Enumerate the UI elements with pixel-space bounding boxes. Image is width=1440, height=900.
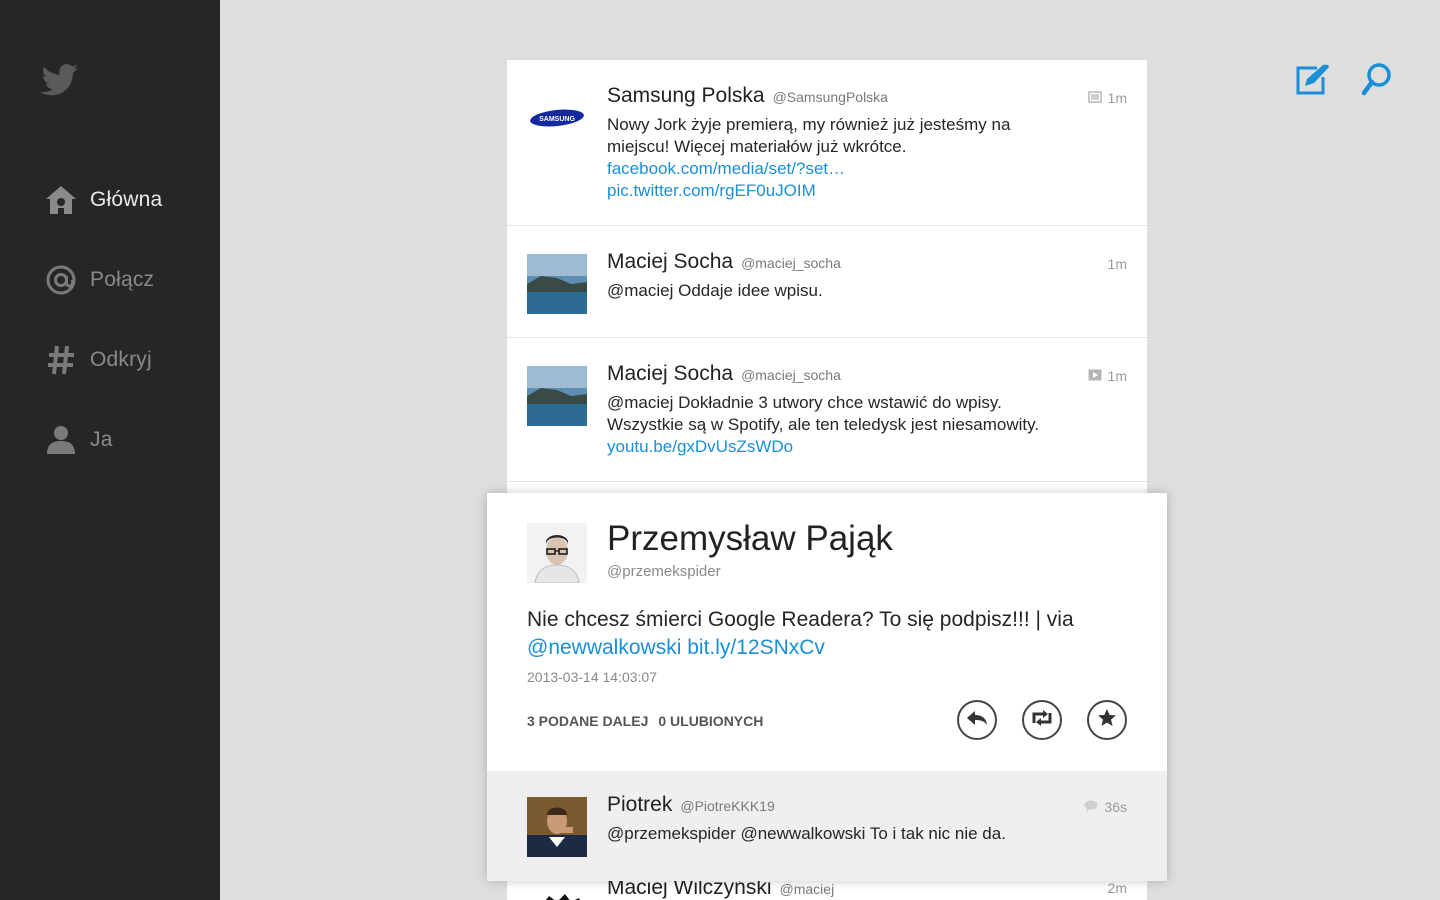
tweet-text: Nowy Jork żyje premierą, my również już … [607, 114, 1047, 202]
twitter-bird-icon[interactable] [40, 62, 80, 98]
tweet-header: Maciej Socha @maciej_socha [607, 362, 1127, 390]
tweet-time: 36s [1104, 799, 1127, 815]
tweet-text: @przemekspider @newwalkowski To i tak ni… [607, 824, 1006, 843]
tweet-header: Maciej Socha @maciej_socha [607, 250, 1127, 278]
tweet-author-handle[interactable]: @maciej [780, 881, 835, 897]
sidebar: Główna Połącz Odkryj Ja [0, 0, 220, 900]
video-icon [1088, 368, 1102, 384]
tweet-header: Piotrek @PiotreKKK19 [607, 793, 1147, 821]
tweet-body: Samsung Polska @SamsungPolska Nowy Jork … [607, 84, 1127, 202]
avatar[interactable] [527, 254, 587, 314]
tweet-header: Samsung Polska @SamsungPolska [607, 84, 1127, 112]
avatar[interactable] [527, 523, 587, 584]
search-icon[interactable] [1358, 60, 1396, 98]
tweet-time: 2m [1107, 880, 1127, 896]
tweet-author-handle[interactable]: @PiotreKKK19 [680, 798, 774, 814]
tweet-author-handle[interactable]: @maciej_socha [741, 367, 841, 383]
expanded-author-name[interactable]: Przemysław Pająk [607, 519, 893, 559]
image-icon [1087, 90, 1102, 106]
tweet-body: Maciej Socha @maciej_socha @maciej Dokła… [607, 362, 1127, 458]
sidebar-item-label: Główna [90, 188, 163, 211]
tweet-text: @maciej Oddaje idee wpisu. [607, 281, 823, 300]
tweet-time: 1m [1107, 368, 1127, 384]
retweet-icon [1030, 709, 1054, 732]
tweet-timestamp: 2013-03-14 14:03:07 [527, 669, 657, 685]
sidebar-nav: Główna Połącz Odkryj Ja [0, 160, 220, 480]
tweet-media-link[interactable]: pic.twitter.com/rgEF0uJOIM [607, 181, 816, 200]
sidebar-item-me[interactable]: Ja [0, 400, 220, 480]
tweet-meta: 1m [1087, 90, 1127, 106]
sidebar-item-discover[interactable]: Odkryj [0, 320, 220, 400]
retweet-button[interactable] [1022, 700, 1062, 740]
expanded-author-handle[interactable]: @przemekspider [607, 563, 721, 580]
tweet-text-content: @maciej Dokładnie 3 utwory chce wstawić … [607, 393, 1040, 434]
avatar[interactable] [527, 797, 587, 857]
compose-icon[interactable] [1294, 60, 1332, 98]
tweet-time: 1m [1107, 256, 1127, 272]
svg-text:SAMSUNG: SAMSUNG [539, 116, 575, 123]
favorite-icon [1097, 708, 1117, 733]
tweet-author-name[interactable]: Maciej Socha [607, 362, 733, 386]
hash-icon [44, 343, 78, 377]
tweet-body: Piotrek @PiotreKKK19 @przemekspider @new… [607, 793, 1147, 845]
expanded-tweet[interactable]: Przemysław Pająk @przemekspider Nie chce… [487, 493, 1167, 881]
tweet-item[interactable]: SAMSUNG Samsung Polska @SamsungPolska No… [507, 60, 1147, 226]
home-icon [44, 183, 78, 217]
expanded-text-content: Nie chcesz śmierci Google Readera? To si… [527, 608, 1074, 631]
tweet-meta: 1m [1108, 256, 1127, 272]
tweet-meta: 2m [1108, 880, 1127, 896]
tweet-body: Maciej Socha @maciej_socha @maciej Oddaj… [607, 250, 1127, 302]
tweet-link[interactable]: bit.ly/12SNxCv [687, 636, 825, 659]
tweet-item[interactable]: Maciej Socha @maciej_socha @maciej Oddaj… [507, 226, 1147, 338]
tweet-link[interactable]: facebook.com/media/set/?set… [607, 159, 845, 178]
reply-button[interactable] [957, 700, 997, 740]
tweet-author-name[interactable]: Samsung Polska [607, 84, 765, 108]
tweet-item[interactable]: Maciej Socha @maciej_socha @maciej Dokła… [507, 338, 1147, 482]
conversation-icon [1084, 799, 1098, 815]
tweet-author-name[interactable]: Piotrek [607, 793, 672, 817]
expanded-tweet-text: Nie chcesz śmierci Google Readera? To si… [527, 606, 1127, 662]
avatar[interactable] [527, 366, 587, 426]
tweet-link[interactable]: youtu.be/gxDvUsZsWDo [607, 437, 793, 456]
tweet-author-handle[interactable]: @SamsungPolska [773, 89, 888, 105]
top-actions [1294, 60, 1396, 98]
tweet-author-name[interactable]: Maciej Socha [607, 250, 733, 274]
mention-link[interactable]: @newwalkowski [527, 636, 681, 659]
tweet-actions [957, 700, 1127, 740]
favorite-button[interactable] [1087, 700, 1127, 740]
sidebar-item-home[interactable]: Główna [0, 160, 220, 240]
tweet-time: 1m [1107, 90, 1127, 106]
tweet-meta: 36s [1084, 799, 1127, 815]
avatar[interactable] [527, 878, 587, 900]
avatar[interactable]: SAMSUNG [527, 88, 587, 148]
tweet-stats: 3 PODANE DALEJ 0 ULUBIONYCH [527, 713, 763, 729]
sidebar-item-label: Połącz [90, 268, 155, 291]
at-icon [44, 263, 78, 297]
sidebar-item-label: Ja [90, 428, 113, 451]
tweet-text-content: Nowy Jork żyje premierą, my również już … [607, 115, 1011, 156]
person-icon [44, 423, 78, 457]
sidebar-item-connect[interactable]: Połącz [0, 240, 220, 320]
reply-tweet[interactable]: Piotrek @PiotreKKK19 @przemekspider @new… [487, 771, 1167, 881]
tweet-author-handle[interactable]: @maciej_socha [741, 255, 841, 271]
tweet-text: @maciej Dokładnie 3 utwory chce wstawić … [607, 392, 1047, 458]
sidebar-item-label: Odkryj [90, 348, 152, 371]
retweet-count[interactable]: 3 PODANE DALEJ [527, 713, 648, 729]
reply-icon [966, 709, 988, 732]
favorite-count[interactable]: 0 ULUBIONYCH [658, 713, 763, 729]
tweet-meta: 1m [1088, 368, 1127, 384]
